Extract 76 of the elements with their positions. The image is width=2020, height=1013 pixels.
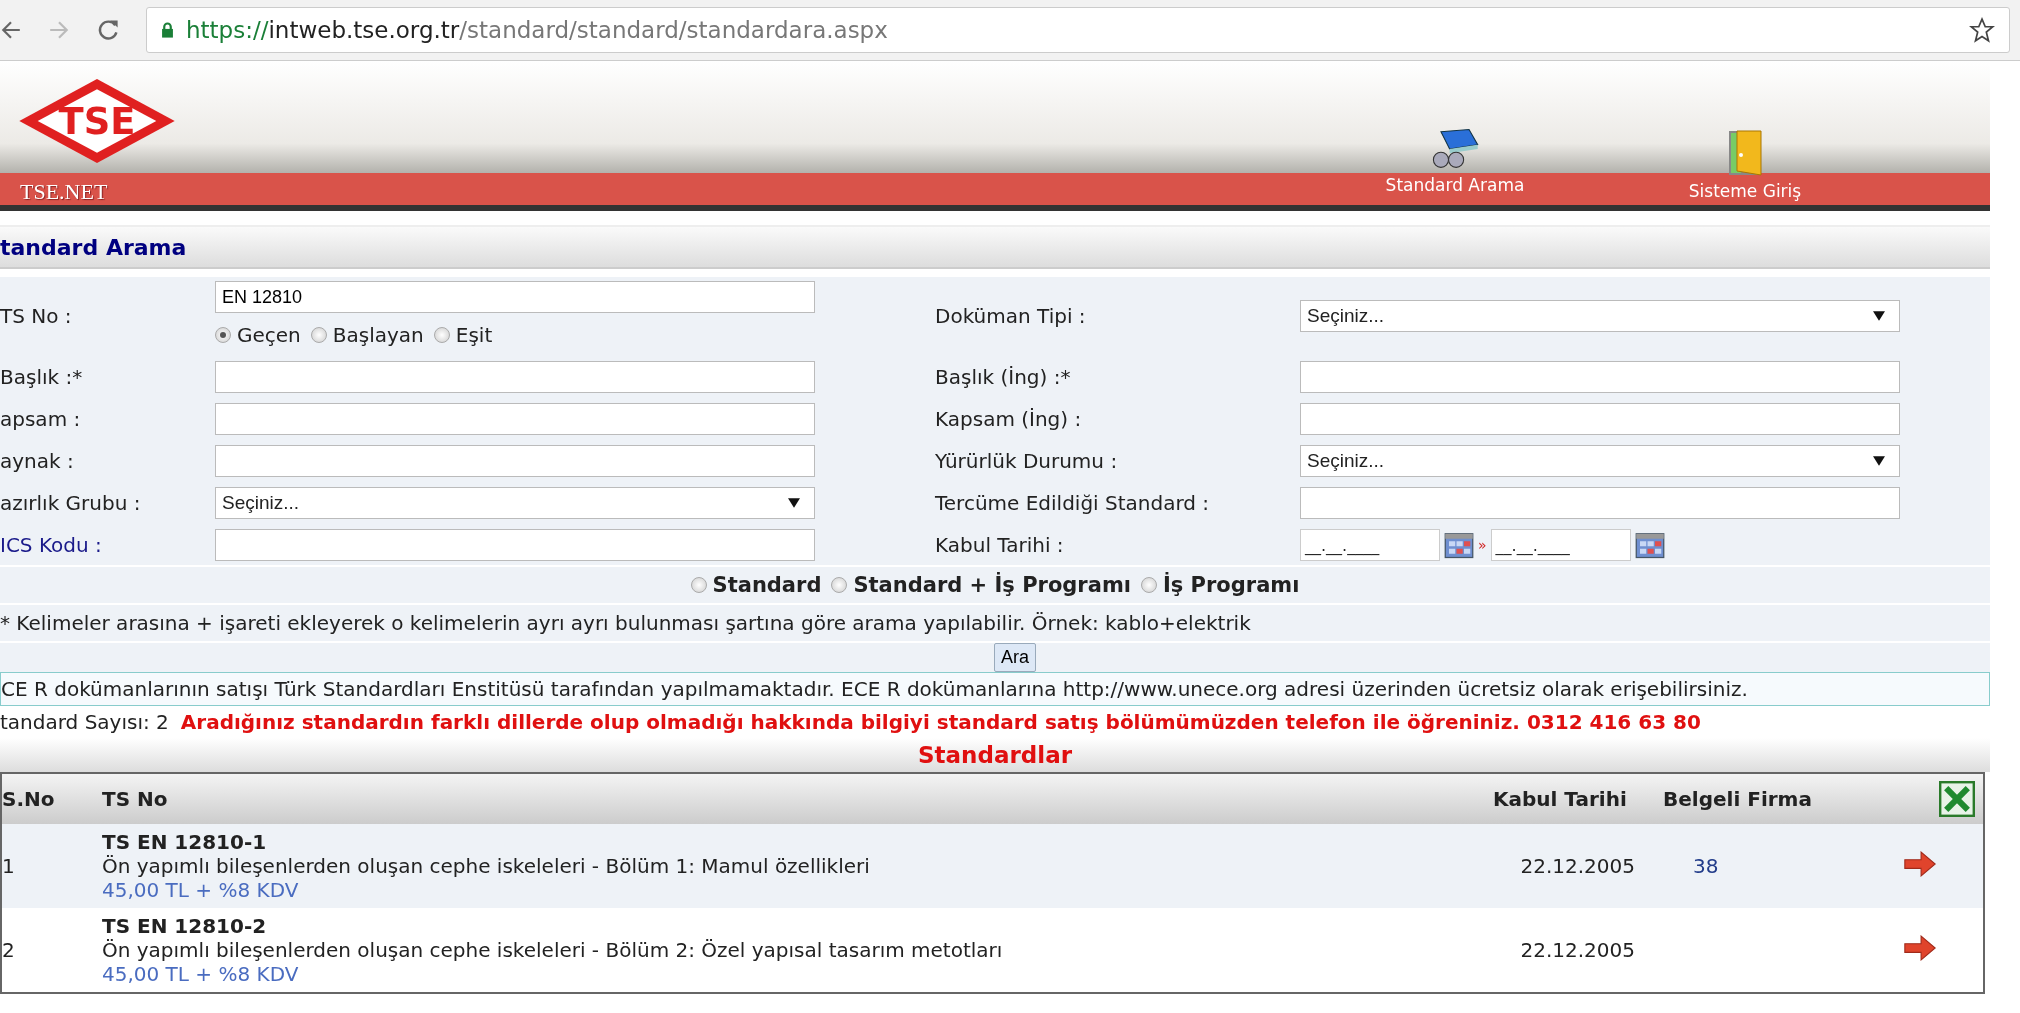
field-label: Doküman Tipi : (935, 303, 1087, 330)
dropdown[interactable]: Seçiniz... (215, 487, 815, 519)
field-label: Başlık :* (0, 364, 84, 391)
star-icon[interactable] (1969, 17, 1995, 43)
text-field[interactable] (215, 529, 815, 561)
radio-option[interactable]: Geçen (215, 323, 301, 347)
radio-button[interactable] (433, 327, 450, 343)
field-label: Başlık (İng) :* (935, 364, 1072, 391)
warning-text: Aradığınız standardın farklı dillerde olup olmadığı hakkında bilgiyi standard satış bölümümüzden telefon ile öğreniniz. 0312 416 63 80 (180, 710, 1701, 734)
calendar-icon[interactable] (1634, 531, 1665, 559)
radio-option[interactable]: Başlayan (310, 323, 424, 347)
reload-icon[interactable] (96, 18, 120, 42)
text-field[interactable] (215, 361, 815, 393)
radio-button[interactable] (690, 577, 707, 593)
address-field[interactable]: https://intweb.tse.org.tr/standard/standard/standardara.aspx (146, 7, 2010, 53)
text-field[interactable] (215, 403, 815, 435)
caret-icon (1873, 455, 1885, 467)
result-count: tandard Sayısı: 2 (0, 710, 169, 734)
text-field[interactable] (1300, 403, 1900, 435)
ts-no-field[interactable]: EN 12810 (215, 281, 815, 313)
caret-icon (788, 497, 800, 509)
radio-button[interactable] (1141, 577, 1157, 593)
standard-code[interactable]: TS EN 12810-1 (102, 830, 1493, 854)
table-cell: 1 (1, 824, 102, 908)
date-field[interactable]: __.__.____ (1300, 529, 1440, 561)
standard-title: Ön yapımlı bileşenlerden oluşan cephe iskeleleri - Bölüm 2: Özel yapısal tasarım metotları (102, 938, 1004, 962)
standard-title: Ön yapımlı bileşenlerden oluşan cephe iskeleleri - Bölüm 1: Mamul özellikleri (102, 854, 871, 878)
standard-code[interactable]: TS EN 12810-2 (102, 914, 1493, 938)
field-label: Yürürlük Durumu : (935, 448, 1119, 475)
table-cell: 22.12.2005 (1493, 824, 1663, 908)
range-separator: » (1478, 537, 1487, 553)
column-header: S.No (1, 773, 102, 824)
dropdown[interactable]: Seçiniz... (1300, 445, 1900, 477)
column-header: Kabul Tarihi (1493, 773, 1663, 824)
back-icon[interactable] (0, 19, 22, 41)
nav-link[interactable]: Standard Arama (1310, 127, 1600, 205)
arrow-right-icon[interactable] (1903, 850, 1937, 877)
price-text: 45,00 TL + %8 KDV (102, 962, 300, 986)
field-label: apsam : (0, 406, 82, 433)
notice-text: CE R dokümanlarının satışı Türk Standardları Enstitüsü tarafından yapılmamaktadır. ECE R dokümanlarına http://www.unece.org adresi üzerinden ücretsiz olarak erişebilirsiniz. (0, 672, 1990, 706)
radio-button[interactable] (310, 327, 327, 343)
field-label: aynak : (0, 448, 75, 475)
radio-option[interactable]: Eşit (433, 323, 493, 347)
table-cell: 22.12.2005 (1493, 908, 1663, 993)
dropdown[interactable]: Seçiniz... (1300, 300, 1900, 332)
results-title: Standardlar (0, 738, 1990, 772)
brand-name: TSE.NET (19, 179, 109, 205)
radio-button[interactable] (831, 577, 848, 593)
arrow-right-icon[interactable] (1903, 934, 1937, 961)
column-header: TS No (102, 773, 1493, 824)
excel-icon[interactable] (1939, 781, 1975, 817)
field-label: Tercüme Edildiği Standard : (935, 490, 1211, 517)
radio-option[interactable]: Standard + İş Programı (831, 573, 1131, 597)
field-label: ICS Kodu : (0, 532, 103, 559)
field-label: TS No : (0, 303, 73, 330)
calendar-icon[interactable] (1444, 531, 1474, 559)
search-hint: * Kelimeler arasına + işareti ekleyerek o kelimelerin ayrı ayrı bulunması şartına göre arama yapılabilir. Örnek: kablo+elektrik (0, 605, 1990, 641)
date-field[interactable]: __.__.____ (1490, 529, 1631, 561)
text-field[interactable] (215, 445, 815, 477)
price-text: 45,00 TL + %8 KDV (102, 878, 300, 902)
radio-button[interactable] (215, 327, 231, 343)
caret-icon (1873, 310, 1885, 322)
field-label: Kapsam (İng) : (935, 406, 1083, 433)
forward-icon[interactable] (48, 19, 70, 41)
lock-icon (161, 22, 174, 38)
radio-option[interactable]: Standard (690, 573, 822, 597)
field-label: Kabul Tarihi : (935, 532, 1065, 559)
firm-count-link[interactable]: 38 (1663, 854, 1719, 878)
table-cell: 2 (1, 908, 102, 993)
search-button[interactable]: Ara (994, 643, 1036, 672)
text-field[interactable] (1300, 487, 1900, 519)
text-field[interactable] (1300, 361, 1900, 393)
field-label: azırlık Grubu : (0, 490, 142, 517)
radio-option[interactable]: İş Programı (1141, 573, 1300, 597)
section-header: tandard Arama (0, 225, 1990, 269)
column-header: Belgeli Firma (1663, 773, 1903, 824)
